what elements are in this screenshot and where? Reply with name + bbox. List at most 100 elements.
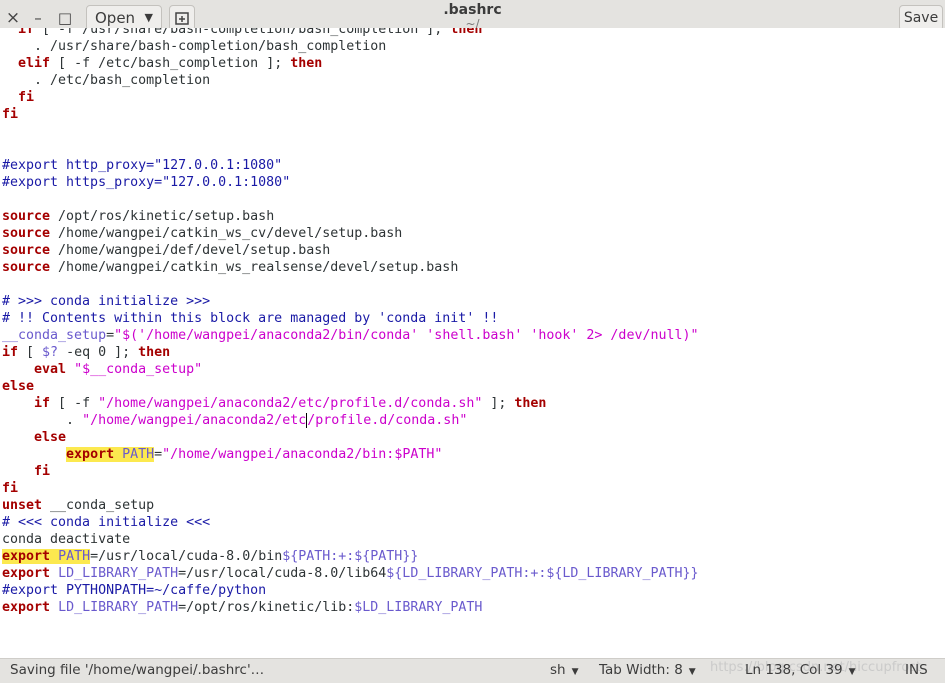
code-line[interactable]: conda deactivate <box>2 531 699 548</box>
cursor-position-label: Ln 138, Col 39 <box>745 662 843 678</box>
code-line[interactable]: # >>> conda initialize >>> <box>2 293 699 310</box>
code-token: #export PYTHONPATH=~/caffe/python <box>2 583 267 598</box>
code-token: "$__conda_setup" <box>74 362 203 377</box>
code-token: $LD_LIBRARY_PATH <box>354 600 483 615</box>
code-token: # <<< conda initialize <<< <box>2 515 211 530</box>
code-token: source <box>2 260 51 275</box>
code-token: [ <box>18 345 43 360</box>
code-line[interactable]: # <<< conda initialize <<< <box>2 514 699 531</box>
code-token: source <box>2 209 51 224</box>
code-line[interactable]: ​ <box>2 276 699 293</box>
code-token <box>114 447 123 462</box>
insert-mode-indicator: INS <box>905 662 928 678</box>
code-line[interactable]: #export https_proxy="127.0.0.1:1080" <box>2 174 699 191</box>
code-token: . /usr/share/bash-completion/bash_comple… <box>2 39 387 54</box>
code-token: export <box>2 549 51 564</box>
code-line[interactable]: else <box>2 429 699 446</box>
code-line[interactable]: ​ <box>2 140 699 157</box>
code-token: -eq 0 ]; <box>58 345 139 360</box>
code-line[interactable]: source /home/wangpei/catkin_ws_realsense… <box>2 259 699 276</box>
code-token: . <box>2 413 83 428</box>
code-line[interactable]: if [ -f "/home/wangpei/anaconda2/etc/pro… <box>2 395 699 412</box>
code-line[interactable]: source /opt/ros/kinetic/setup.bash <box>2 208 699 225</box>
code-token: PATH <box>58 549 91 564</box>
code-token: if <box>18 28 35 37</box>
code-line[interactable]: . /usr/share/bash-completion/bash_comple… <box>2 38 699 55</box>
code-token: eval <box>34 362 67 377</box>
code-token: then <box>514 396 547 411</box>
code-line[interactable]: fi <box>2 463 699 480</box>
code-token: /opt/ros/kinetic/setup.bash <box>50 209 275 224</box>
tab-width-selector[interactable]: Tab Width: 8 ▼ <box>599 662 696 678</box>
code-line[interactable]: #export PYTHONPATH=~/caffe/python <box>2 582 699 599</box>
code-token: ]; <box>482 396 515 411</box>
code-token: export <box>66 447 115 462</box>
code-token: [ -f <box>50 396 99 411</box>
code-line[interactable]: # !! Contents within this block are mana… <box>2 310 699 327</box>
code-line[interactable]: unset __conda_setup <box>2 497 699 514</box>
code-token: /profile.d/conda.sh" <box>307 413 468 428</box>
code-line[interactable]: #export http_proxy="127.0.0.1:1080" <box>2 157 699 174</box>
code-token: else <box>2 379 35 394</box>
code-line[interactable]: . "/home/wangpei/anaconda2/etc/profile.d… <box>2 412 699 429</box>
code-line[interactable]: if [ $? -eq 0 ]; then <box>2 344 699 361</box>
code-line[interactable]: __conda_setup="$('/home/wangpei/anaconda… <box>2 327 699 344</box>
code-line[interactable]: ​ <box>2 191 699 208</box>
code-token: else <box>34 430 67 445</box>
code-line[interactable]: fi <box>2 480 699 497</box>
code-line[interactable]: eval "$__conda_setup" <box>2 361 699 378</box>
code-line[interactable]: source /home/wangpei/def/devel/setup.bas… <box>2 242 699 259</box>
language-selector[interactable]: sh ▼ <box>550 662 579 678</box>
code-token: ${PATH:+:${PATH}} <box>282 549 419 564</box>
code-token: =/usr/local/cuda-8.0/bin <box>90 549 283 564</box>
code-token: /home/wangpei/def/devel/setup.bash <box>50 243 331 258</box>
code-token: =/opt/ros/kinetic/lib: <box>178 600 355 615</box>
code-line[interactable]: elif [ -f /etc/bash_completion ]; then <box>2 55 699 72</box>
code-line[interactable]: fi <box>2 106 699 123</box>
tab-width-label: Tab Width: 8 <box>599 662 683 678</box>
code-token: __conda_setup <box>2 328 107 343</box>
code-token: = <box>154 447 163 462</box>
language-label: sh <box>550 662 566 678</box>
code-token: fi <box>2 107 19 122</box>
code-line[interactable]: . /etc/bash_completion <box>2 72 699 89</box>
code-token: source <box>2 226 51 241</box>
code-token: # >>> conda initialize >>> <box>2 294 211 309</box>
text-editor[interactable]: if [ -f /usr/share/bash-completion/bash_… <box>0 28 945 658</box>
code-token: $? <box>42 345 59 360</box>
code-token: ${LD_LIBRARY_PATH:+:${LD_LIBRARY_PATH}} <box>386 566 699 581</box>
code-token: #export https_proxy="127.0.0.1:1080" <box>2 175 291 190</box>
code-token: fi <box>2 481 19 496</box>
code-token: [ -f /usr/share/bash-completion/bash_com… <box>34 28 451 37</box>
code-line[interactable]: ​ <box>2 123 699 140</box>
code-token <box>50 549 59 564</box>
status-bar: Saving file '/home/wangpei/.bashrc'… htt… <box>0 658 945 683</box>
cursor-position[interactable]: Ln 138, Col 39 ▼ <box>745 662 856 678</box>
code-token: PATH <box>122 447 155 462</box>
code-token: conda deactivate <box>2 532 131 547</box>
code-line[interactable]: export LD_LIBRARY_PATH=/usr/local/cuda-8… <box>2 565 699 582</box>
code-token: "/home/wangpei/anaconda2/etc/profile.d/c… <box>98 396 483 411</box>
code-line[interactable]: source /home/wangpei/catkin_ws_cv/devel/… <box>2 225 699 242</box>
code-token: LD_LIBRARY_PATH <box>58 600 179 615</box>
code-token: # !! Contents within this block are mana… <box>2 311 499 326</box>
code-line[interactable]: export PATH=/usr/local/cuda-8.0/bin${PAT… <box>2 548 699 565</box>
status-message: Saving file '/home/wangpei/.bashrc'… <box>10 662 265 678</box>
code-token: = <box>106 328 115 343</box>
code-line[interactable]: if [ -f /usr/share/bash-completion/bash_… <box>2 28 699 38</box>
code-token: . /etc/bash_completion <box>2 73 211 88</box>
code-area[interactable]: if [ -f /usr/share/bash-completion/bash_… <box>2 28 699 616</box>
code-line[interactable]: fi <box>2 89 699 106</box>
code-token: fi <box>34 464 51 479</box>
code-line[interactable]: export LD_LIBRARY_PATH=/opt/ros/kinetic/… <box>2 599 699 616</box>
code-line[interactable]: export PATH="/home/wangpei/anaconda2/bin… <box>2 446 699 463</box>
code-line[interactable]: else <box>2 378 699 395</box>
code-token: "$('/home/wangpei/anaconda2/bin/conda' '… <box>114 328 699 343</box>
code-token: elif <box>18 56 51 71</box>
